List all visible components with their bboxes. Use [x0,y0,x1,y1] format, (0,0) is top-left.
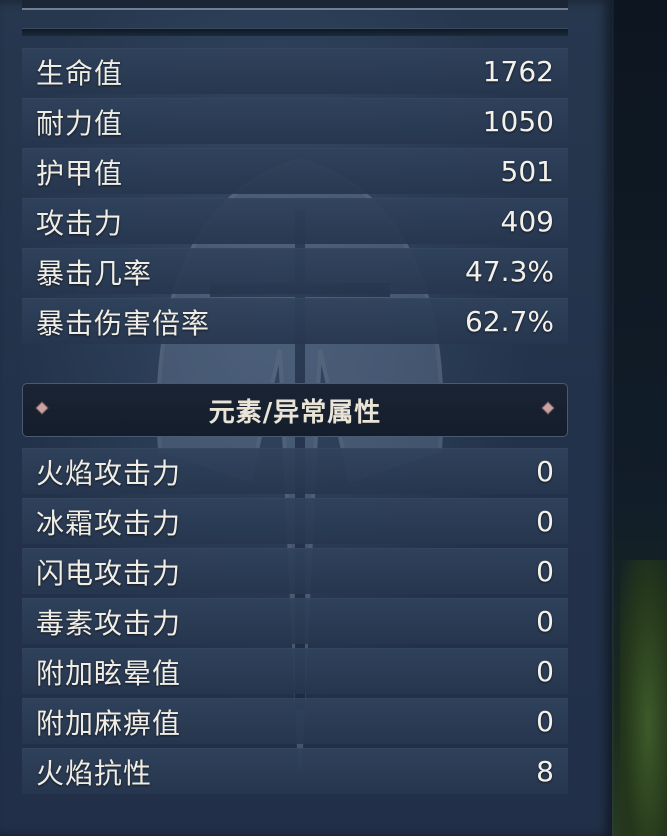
stat-label: 毒素攻击力 [36,606,182,640]
background-foliage [620,560,667,836]
stat-row-stun-bonus: 附加眩晕值 0 [22,648,568,694]
panel-divider [22,28,568,36]
stat-row-health: 生命值 1762 [22,48,568,94]
character-stats-panel: 生命值 1762 耐力值 1050 护甲值 501 攻击力 409 暴击几率 4… [0,0,612,836]
stat-value: 501 [500,155,554,188]
stat-row-poison-attack: 毒素攻击力 0 [22,598,568,644]
stat-row-attack: 攻击力 409 [22,198,568,244]
diamond-ornament-icon [35,401,49,415]
section-title: 元素/异常属性 [208,397,382,428]
stat-row-crit-damage: 暴击伤害倍率 62.7% [22,298,568,344]
stat-value: 0 [536,505,554,538]
stat-row-stamina: 耐力值 1050 [22,98,568,144]
stat-row-paralysis-bonus: 附加麻痹值 0 [22,698,568,744]
stat-row-crit-chance: 暴击几率 47.3% [22,248,568,294]
game-screen: 生命值 1762 耐力值 1050 护甲值 501 攻击力 409 暴击几率 4… [0,0,667,836]
stat-label: 附加眩晕值 [36,656,182,690]
stat-value: 1050 [482,105,554,138]
stat-label: 附加麻痹值 [36,706,182,740]
stat-row-frost-attack: 冰霜攻击力 0 [22,498,568,544]
stat-label: 火焰抗性 [36,756,153,790]
stat-value: 0 [536,605,554,638]
stat-label: 耐力值 [36,106,124,140]
stat-label: 护甲值 [36,156,124,190]
stat-row-fire-resistance: 火焰抗性 8 [22,748,568,794]
stat-label: 暴击几率 [36,256,153,290]
stat-label: 火焰攻击力 [36,456,182,490]
stat-row-lightning-attack: 闪电攻击力 0 [22,548,568,594]
stat-value: 409 [500,205,554,238]
stat-label: 冰霜攻击力 [36,506,182,540]
stat-row-fire-attack: 火焰攻击力 0 [22,448,568,494]
stat-label: 闪电攻击力 [36,556,182,590]
stat-label: 暴击伤害倍率 [36,306,211,340]
stat-value: 47.3% [465,255,554,288]
element-stats-list: 火焰攻击力 0 冰霜攻击力 0 闪电攻击力 0 毒素攻击力 0 附加眩晕值 0 … [22,448,568,798]
panel-top-border [22,0,568,10]
stat-value: 0 [536,705,554,738]
stat-value: 1762 [482,55,554,88]
stat-row-armor: 护甲值 501 [22,148,568,194]
stat-value: 0 [536,655,554,688]
stat-label: 生命值 [36,56,124,90]
stat-value: 62.7% [465,305,554,338]
stat-value: 0 [536,555,554,588]
main-stats-list: 生命值 1762 耐力值 1050 护甲值 501 攻击力 409 暴击几率 4… [22,48,568,348]
stat-label: 攻击力 [36,206,124,240]
diamond-ornament-icon [541,401,555,415]
stat-value: 0 [536,455,554,488]
stat-value: 8 [536,755,554,788]
element-section-header: 元素/异常属性 [22,383,568,437]
